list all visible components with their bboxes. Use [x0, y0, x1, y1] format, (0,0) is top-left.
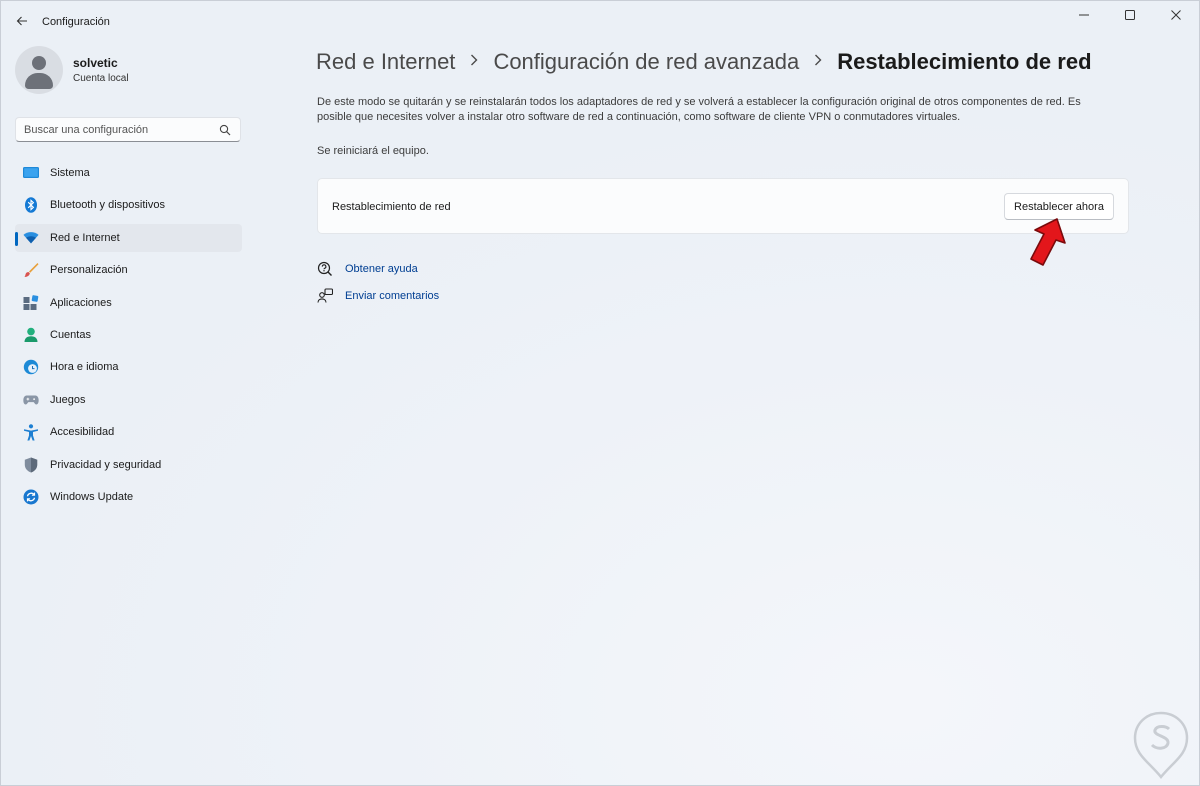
get-help-link[interactable]: Obtener ayuda [317, 261, 418, 277]
settings-window: Configuración solvetic Cuenta local Busc… [0, 0, 1200, 786]
feedback-icon [317, 288, 333, 303]
send-feedback-link[interactable]: Enviar comentarios [317, 288, 439, 304]
maximize-button[interactable] [1107, 1, 1153, 29]
sidebar-item-label: Aplicaciones [50, 296, 112, 309]
sidebar-item-hora-idioma[interactable]: Hora e idioma [15, 353, 242, 381]
search-icon[interactable] [219, 124, 231, 136]
chevron-right-icon [813, 53, 823, 72]
profile-name: solvetic [73, 56, 118, 70]
restart-note: Se reiniciará el equipo. [317, 145, 429, 157]
sidebar-item-accesibilidad[interactable]: Accesibilidad [15, 418, 242, 446]
update-icon [23, 489, 39, 505]
network-reset-card: Restablecimiento de red Restablecer ahor… [317, 178, 1129, 234]
back-arrow-icon [16, 16, 27, 26]
brush-icon [23, 262, 39, 278]
close-icon [1171, 10, 1181, 20]
solvetic-watermark-logo-icon [1133, 711, 1189, 779]
avatar [15, 46, 63, 94]
sidebar-item-label: Juegos [50, 393, 86, 406]
send-feedback-label[interactable]: Enviar comentarios [345, 290, 439, 302]
sidebar-item-windows-update[interactable]: Windows Update [15, 483, 242, 511]
sidebar-item-label: Windows Update [50, 490, 134, 503]
system-icon [23, 165, 39, 181]
breadcrumb-item-red-internet[interactable]: Red e Internet [316, 49, 455, 75]
sidebar-item-privacidad[interactable]: Privacidad y seguridad [15, 451, 242, 479]
sidebar-item-personalizacion[interactable]: Personalización [15, 256, 242, 284]
search-box[interactable] [15, 117, 241, 142]
sidebar-item-juegos[interactable]: Juegos [15, 386, 242, 414]
maximize-icon [1125, 10, 1135, 20]
wifi-icon [23, 230, 39, 246]
sidebar-item-label: Personalización [50, 264, 128, 277]
app-title: Configuración [42, 16, 110, 28]
sidebar-item-red-internet[interactable]: Red e Internet [15, 223, 242, 252]
sidebar-item-sistema[interactable]: Sistema [15, 159, 242, 187]
sidebar-item-label: Cuentas [50, 328, 91, 341]
shield-icon [23, 457, 39, 473]
gamepad-icon [23, 392, 39, 408]
red-pointer-arrow-icon [1030, 218, 1066, 266]
sidebar-nav: Sistema Bluetooth y dispositivos Red e I… [15, 159, 242, 515]
sidebar-item-label: Privacidad y seguridad [50, 458, 162, 471]
title-bar: Configuración [1, 1, 1199, 41]
user-profile[interactable]: solvetic Cuenta local [15, 46, 129, 94]
minimize-button[interactable] [1061, 1, 1107, 29]
help-icon [317, 261, 332, 276]
window-controls [1061, 1, 1199, 31]
sidebar-item-aplicaciones[interactable]: Aplicaciones [15, 289, 242, 317]
network-reset-label: Restablecimiento de red [332, 201, 451, 213]
profile-account-type: Cuenta local [73, 73, 129, 84]
back-button[interactable] [11, 11, 33, 31]
accounts-icon [23, 327, 39, 343]
minimize-icon [1079, 14, 1089, 16]
close-button[interactable] [1153, 1, 1199, 29]
sidebar-item-bluetooth[interactable]: Bluetooth y dispositivos [15, 191, 242, 219]
sidebar-item-label: Red e Internet [50, 231, 120, 244]
reset-description: De este modo se quitarán y se reinstalar… [317, 96, 1081, 123]
sidebar-item-cuentas[interactable]: Cuentas [15, 321, 242, 349]
search-input[interactable] [24, 123, 214, 136]
breadcrumb: Red e Internet Configuración de red avan… [316, 49, 1092, 75]
sidebar-item-label: Sistema [50, 167, 90, 179]
breadcrumb-item-config-red-avanzada[interactable]: Configuración de red avanzada [493, 49, 799, 75]
chevron-right-icon [469, 53, 479, 72]
sidebar-item-label: Accesibilidad [50, 426, 115, 439]
accessibility-icon [23, 423, 39, 441]
sidebar-item-label: Bluetooth y dispositivos [50, 199, 165, 212]
time-language-icon [23, 359, 39, 375]
apps-icon [23, 294, 39, 311]
sidebar-item-label: Hora e idioma [50, 361, 119, 374]
get-help-label[interactable]: Obtener ayuda [345, 263, 418, 275]
bluetooth-icon [23, 197, 39, 214]
page-title: Restablecimiento de red [837, 49, 1092, 74]
